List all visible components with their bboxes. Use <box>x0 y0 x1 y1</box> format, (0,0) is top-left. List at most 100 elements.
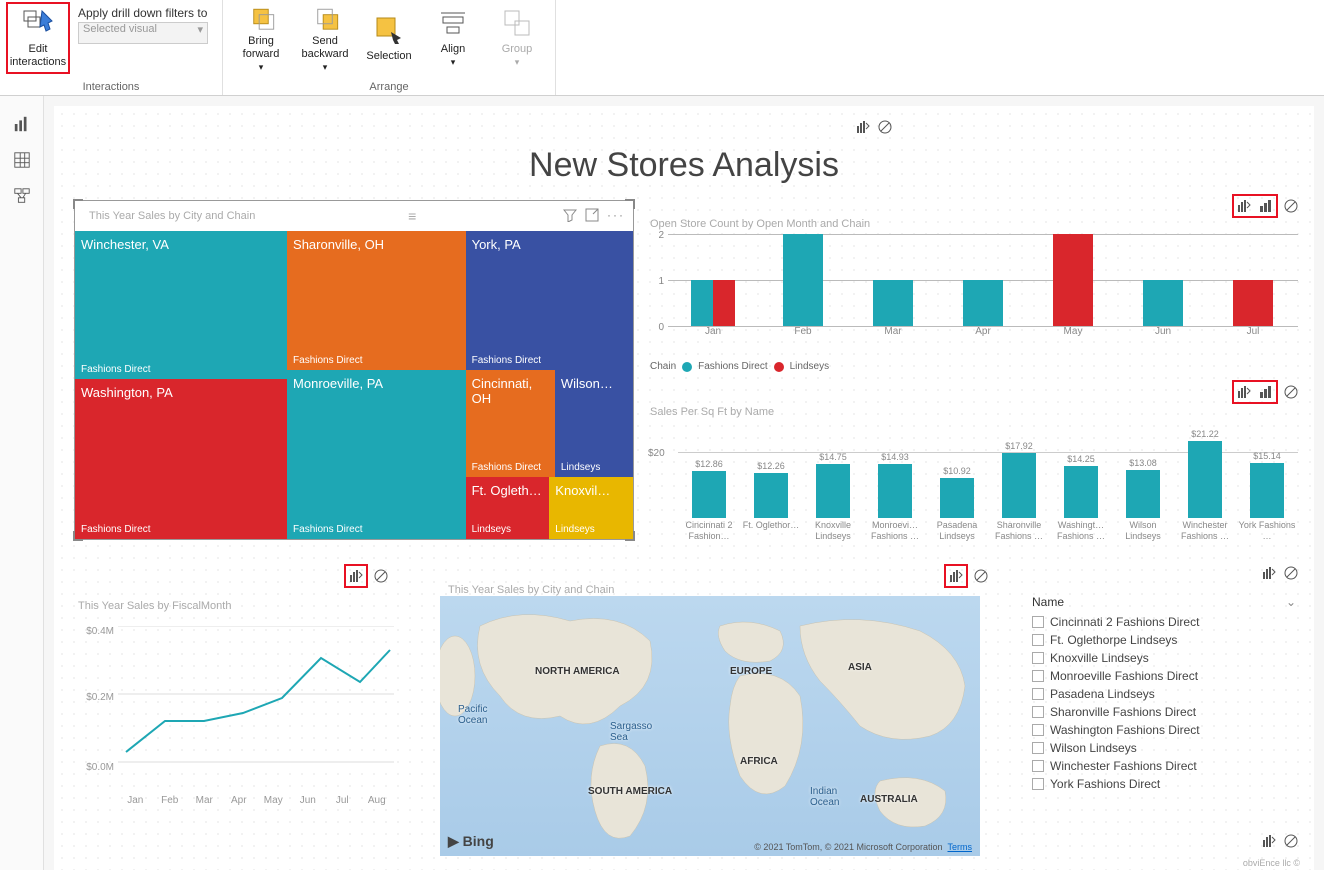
sqft-bar[interactable]: $13.08 <box>1112 458 1174 518</box>
highlight-interaction-icon[interactable] <box>1257 197 1275 215</box>
none-interaction-icon[interactable] <box>1282 832 1300 850</box>
report-canvas[interactable]: New Stores Analysis This Year Sales by C… <box>54 106 1314 870</box>
checkbox[interactable] <box>1032 688 1044 700</box>
filter-interaction-icon[interactable] <box>347 567 365 585</box>
openstore-visual[interactable]: Open Store Count by Open Month and Chain… <box>644 214 1304 364</box>
slicer-item[interactable]: Ft. Oglethorpe Lindseys <box>1024 631 1304 649</box>
highlight-interaction-icon[interactable] <box>1257 383 1275 401</box>
treemap-tile[interactable]: Cincinnati, OHFashions Direct <box>466 370 555 478</box>
nav-model-icon[interactable] <box>4 178 40 214</box>
sqft-bar[interactable]: $14.93 <box>864 452 926 518</box>
bar[interactable] <box>691 280 713 326</box>
bring-forward-button[interactable]: Bring forward▾ <box>229 2 293 74</box>
map-copyright: © 2021 TomTom, © 2021 Microsoft Corporat… <box>754 842 972 852</box>
checkbox[interactable] <box>1032 706 1044 718</box>
treemap-tile[interactable]: Wilson…Lindseys <box>555 370 633 478</box>
sqft-ylabel: $20 <box>648 448 665 459</box>
map-visual[interactable]: NORTH AMERICA SOUTH AMERICA EUROPE AFRIC… <box>440 596 980 856</box>
treemap-tile[interactable]: Ft. Ogleth…Lindseys <box>466 477 550 539</box>
group-icon <box>501 7 533 39</box>
focus-mode-icon[interactable] <box>585 208 599 225</box>
checkbox[interactable] <box>1032 616 1044 628</box>
none-interaction-icon[interactable] <box>1282 564 1300 582</box>
filter-interaction-icon[interactable] <box>1260 832 1278 850</box>
bar[interactable] <box>1143 280 1183 326</box>
selection-icon <box>373 14 405 46</box>
checkbox[interactable] <box>1032 724 1044 736</box>
slicer-item[interactable]: York Fashions Direct <box>1024 775 1304 793</box>
bar[interactable] <box>783 234 823 326</box>
checkbox[interactable] <box>1032 634 1044 646</box>
resize-handle-tr[interactable] <box>625 199 635 209</box>
sqft-bar[interactable]: $10.92 <box>926 466 988 518</box>
slicer-item[interactable]: Knoxville Lindseys <box>1024 649 1304 667</box>
slicer-item[interactable]: Washington Fashions Direct <box>1024 721 1304 739</box>
filter-interaction-icon[interactable] <box>1235 383 1253 401</box>
sqft-xlabels: Cincinnati 2 Fashion…Ft. Oglethor…Knoxvi… <box>678 520 1298 552</box>
treemap-tile[interactable]: Winchester, VAFashions Direct <box>75 231 287 379</box>
treemap-tile[interactable]: Washington, PAFashions Direct <box>75 379 287 539</box>
sqft-bar[interactable]: $12.26 <box>740 461 802 518</box>
attribution: obviEnce llc © <box>1243 858 1300 868</box>
nav-report-icon[interactable] <box>4 106 40 142</box>
sqft-bar[interactable]: $15.14 <box>1236 451 1298 518</box>
apply-filters-select[interactable]: Selected visual ▾ <box>78 22 208 44</box>
checkbox[interactable] <box>1032 670 1044 682</box>
sqft-bar[interactable]: $14.75 <box>802 452 864 518</box>
none-interaction-icon[interactable] <box>372 567 390 585</box>
linechart-title: This Year Sales by FiscalMonth <box>72 596 402 616</box>
checkbox[interactable] <box>1032 652 1044 664</box>
linechart-visual[interactable]: This Year Sales by FiscalMonth $0.4M $0.… <box>72 596 402 816</box>
treemap-tile[interactable]: York, PAFashions Direct <box>466 231 633 370</box>
bar[interactable] <box>873 280 913 326</box>
group-button[interactable]: Group▾ <box>485 2 549 74</box>
treemap-visual[interactable]: This Year Sales by City and Chain ≡ ··· … <box>74 200 634 540</box>
treemap-tile[interactable]: Knoxvil…Lindseys <box>549 477 633 539</box>
none-interaction-icon[interactable] <box>1282 197 1300 215</box>
drag-grip-icon[interactable]: ≡ <box>402 208 422 224</box>
world-map <box>440 596 980 856</box>
slicer-item[interactable]: Winchester Fashions Direct <box>1024 757 1304 775</box>
treemap-tile[interactable]: Sharonville, OHFashions Direct <box>287 231 466 370</box>
chevron-down-icon[interactable]: ⌄ <box>1286 595 1296 609</box>
treemap-body[interactable]: Winchester, VAFashions Direct Sharonvill… <box>75 231 633 539</box>
treemap-tile[interactable]: Monroeville, PAFashions Direct <box>287 370 466 539</box>
filter-interaction-icon[interactable] <box>1260 564 1278 582</box>
sqft-bar[interactable]: $12.86 <box>678 459 740 518</box>
nav-table-icon[interactable] <box>4 142 40 178</box>
none-interaction-icon[interactable] <box>972 567 990 585</box>
send-backward-button[interactable]: Send backward▾ <box>293 2 357 74</box>
slicer-item[interactable]: Monroeville Fashions Direct <box>1024 667 1304 685</box>
filter-icon[interactable] <box>563 208 577 225</box>
checkbox[interactable] <box>1032 760 1044 772</box>
checkbox[interactable] <box>1032 778 1044 790</box>
bar[interactable] <box>713 280 735 326</box>
none-interaction-icon[interactable] <box>1282 383 1300 401</box>
align-button[interactable]: Align▾ <box>421 2 485 74</box>
sqft-visual[interactable]: Sales Per Sq Ft by Name $20 $12.86$12.26… <box>644 402 1304 552</box>
slicer-visual[interactable]: Name ⌄ Cincinnati 2 Fashions DirectFt. O… <box>1024 591 1304 811</box>
slicer-item[interactable]: Wilson Lindseys <box>1024 739 1304 757</box>
resize-handle-tl[interactable] <box>73 199 83 209</box>
bar[interactable] <box>963 280 1003 326</box>
edit-interactions-button[interactable]: Edit interactions <box>6 2 70 74</box>
bar[interactable] <box>1053 234 1093 326</box>
sqft-bar[interactable]: $17.92 <box>988 441 1050 518</box>
more-options-icon[interactable]: ··· <box>607 208 625 225</box>
sqft-bar[interactable]: $14.25 <box>1050 454 1112 518</box>
ribbon-group-label-arrange: Arrange <box>369 79 408 95</box>
interaction-icons-line <box>344 564 390 588</box>
sqft-bar[interactable]: $21.22 <box>1174 429 1236 518</box>
filter-interaction-icon[interactable] <box>854 118 872 136</box>
apply-drilldown-filters: Apply drill down filters to Selected vis… <box>70 2 216 48</box>
selection-button[interactable]: Selection <box>357 2 421 74</box>
slicer-item[interactable]: Sharonville Fashions Direct <box>1024 703 1304 721</box>
map-terms-link[interactable]: Terms <box>948 842 973 852</box>
slicer-item[interactable]: Pasadena Lindseys <box>1024 685 1304 703</box>
bar[interactable] <box>1233 280 1273 326</box>
none-interaction-icon[interactable] <box>876 118 894 136</box>
filter-interaction-icon[interactable] <box>1235 197 1253 215</box>
checkbox[interactable] <box>1032 742 1044 754</box>
filter-interaction-icon[interactable] <box>947 567 965 585</box>
slicer-item[interactable]: Cincinnati 2 Fashions Direct <box>1024 613 1304 631</box>
